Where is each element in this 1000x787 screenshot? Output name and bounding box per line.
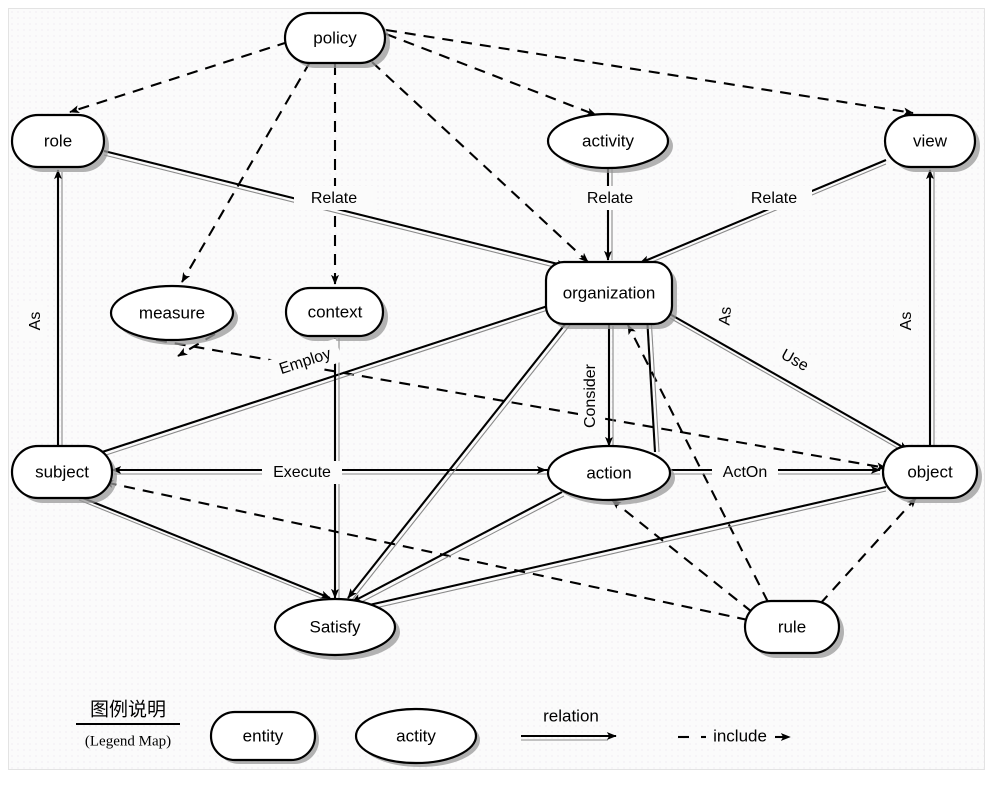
diagram-svg: policy role activity view measure contex… [10, 11, 982, 767]
legend-entity-shape: entity [209, 710, 319, 764]
node-measure[interactable]: measure [109, 284, 238, 345]
edge-view-organization [639, 159, 887, 264]
node-object-label: object [907, 462, 953, 481]
edge-organization-object-hl [667, 316, 909, 455]
legend-relation: relation [521, 706, 617, 741]
edge-label-as-action-organization: As [716, 306, 735, 326]
relation-edges [54, 149, 935, 613]
edge-object-satisfy [355, 485, 887, 610]
legend-include: include [678, 726, 791, 745]
legend: 图例说明 (Legend Map) entity actity relation [76, 699, 791, 767]
diagram-page: policy role activity view measure contex… [0, 0, 1000, 787]
node-rule-label: rule [778, 617, 806, 636]
legend-title-cn: 图例说明 [90, 699, 166, 721]
node-context[interactable]: context [284, 286, 388, 341]
edge-label-as-subject-role: As [27, 312, 44, 331]
edge-policy-role [69, 41, 289, 113]
legend-include-label: include [713, 726, 767, 745]
edge-label-relate-activity: Relate [587, 190, 633, 207]
node-measure-label: measure [139, 303, 205, 322]
edge-label-relate-role: Relate [311, 190, 357, 207]
edge-label-relate-view: Relate [751, 190, 797, 207]
edge-label-consider: Consider [582, 363, 599, 428]
legend-actity-shape: actity [354, 707, 480, 767]
legend-relation-label: relation [543, 706, 599, 725]
nodes: policy role activity view measure contex… [10, 11, 982, 660]
node-object[interactable]: object [881, 444, 982, 503]
node-satisfy[interactable]: Satisfy [273, 597, 400, 660]
edge-rule-object [819, 497, 917, 605]
node-organization-label: organization [563, 283, 656, 302]
edge-policy-view [385, 28, 914, 116]
node-role-label: role [44, 131, 72, 150]
legend-entity-label: entity [243, 726, 284, 745]
node-action[interactable]: action [546, 444, 675, 505]
node-context-label: context [308, 302, 363, 321]
edge-rule-subject [103, 480, 749, 622]
edge-organization-satisfy [347, 322, 567, 599]
node-organization[interactable]: organization [544, 260, 677, 329]
node-rule[interactable]: rule [743, 599, 844, 658]
node-view[interactable]: view [883, 113, 980, 172]
edge-label-execute: Execute [273, 464, 331, 481]
edge-policy-organization [371, 61, 589, 263]
node-view-label: view [913, 131, 948, 150]
edge-policy-measure [181, 61, 311, 283]
edge-view-organization-hl [639, 163, 887, 268]
node-role[interactable]: role [10, 113, 109, 172]
node-satisfy-label: Satisfy [309, 617, 361, 636]
node-subject[interactable]: subject [10, 444, 117, 503]
node-activity-label: activity [582, 131, 634, 150]
edge-organization-object [667, 312, 909, 451]
edge-object-satisfy-hl [357, 490, 887, 613]
node-action-label: action [586, 463, 631, 482]
node-policy-label: policy [313, 28, 357, 47]
edge-subject-satisfy [77, 495, 331, 599]
edge-label-acton: ActOn [723, 464, 767, 481]
legend-title-en: (Legend Map) [85, 733, 171, 749]
edge-role-organization-hl [103, 154, 567, 271]
edge-label-as-object-view: As [898, 312, 915, 331]
node-activity[interactable]: activity [546, 112, 673, 173]
legend-actity-label: actity [396, 726, 436, 745]
edge-subject-satisfy-hl [78, 499, 332, 603]
node-subject-label: subject [35, 462, 89, 481]
node-policy[interactable]: policy [283, 11, 390, 68]
